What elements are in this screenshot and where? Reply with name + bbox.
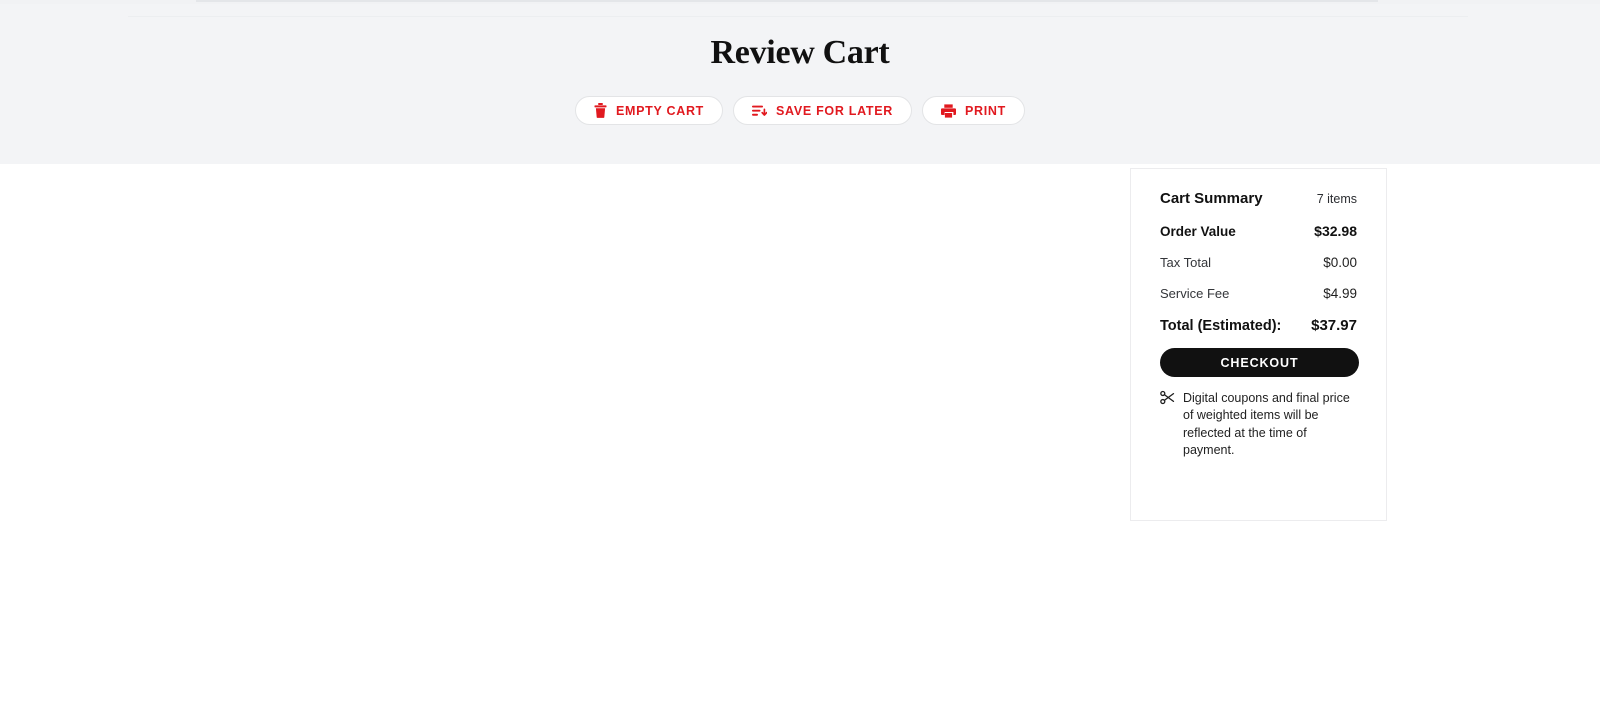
summary-row-total: Total (Estimated): $37.97 bbox=[1160, 317, 1357, 334]
summary-label-service-fee: Service Fee bbox=[1160, 286, 1230, 301]
summary-item-count: 7 items bbox=[1316, 192, 1357, 206]
summary-value-tax-total: $0.00 bbox=[1323, 255, 1357, 270]
summary-row-service-fee: Service Fee $4.99 bbox=[1160, 286, 1357, 301]
summary-title: Cart Summary bbox=[1160, 190, 1263, 207]
save-for-later-button[interactable]: SAVE FOR LATER bbox=[733, 96, 912, 125]
summary-label-total: Total (Estimated): bbox=[1160, 318, 1282, 334]
summary-value-total: $37.97 bbox=[1311, 317, 1357, 334]
empty-cart-button[interactable]: EMPTY CART bbox=[574, 96, 724, 125]
empty-cart-label: EMPTY CART bbox=[615, 103, 705, 118]
summary-row-order-value: Order Value $32.98 bbox=[1160, 223, 1357, 239]
printer-icon bbox=[941, 103, 956, 118]
coupon-disclaimer-text: Digital coupons and final price of weigh… bbox=[1183, 391, 1350, 457]
save-list-icon bbox=[752, 104, 768, 118]
coupon-disclaimer: Digital coupons and final price of weigh… bbox=[1160, 390, 1357, 459]
summary-value-service-fee: $4.99 bbox=[1323, 286, 1357, 301]
print-button[interactable]: PRINT bbox=[922, 96, 1025, 125]
main-content: Allow substitutions for all items ? Pric… bbox=[0, 164, 1600, 711]
trash-icon bbox=[594, 103, 607, 118]
top-edge-line bbox=[196, 0, 1378, 2]
header-toolbar: EMPTY CART SAVE FOR LATER PRINT bbox=[0, 96, 1600, 125]
summary-value-order-value: $32.98 bbox=[1314, 223, 1357, 239]
summary-header: Cart Summary 7 items bbox=[1160, 190, 1357, 207]
summary-row-tax-total: Tax Total $0.00 bbox=[1160, 255, 1357, 270]
summary-label-tax-total: Tax Total bbox=[1160, 255, 1212, 270]
scissors-icon bbox=[1160, 390, 1175, 410]
page-header: Review Cart EMPTY CART SAVE FOR LATER PR… bbox=[0, 4, 1600, 164]
header-divider bbox=[128, 16, 1468, 17]
page-title: Review Cart bbox=[710, 34, 890, 71]
checkout-button[interactable]: CHECKOUT bbox=[1160, 348, 1359, 377]
summary-label-order-value: Order Value bbox=[1160, 224, 1236, 239]
save-for-later-label: SAVE FOR LATER bbox=[776, 103, 893, 118]
print-label: PRINT bbox=[965, 103, 1006, 118]
cart-summary-panel: Cart Summary 7 items Order Value $32.98 … bbox=[1130, 168, 1387, 521]
